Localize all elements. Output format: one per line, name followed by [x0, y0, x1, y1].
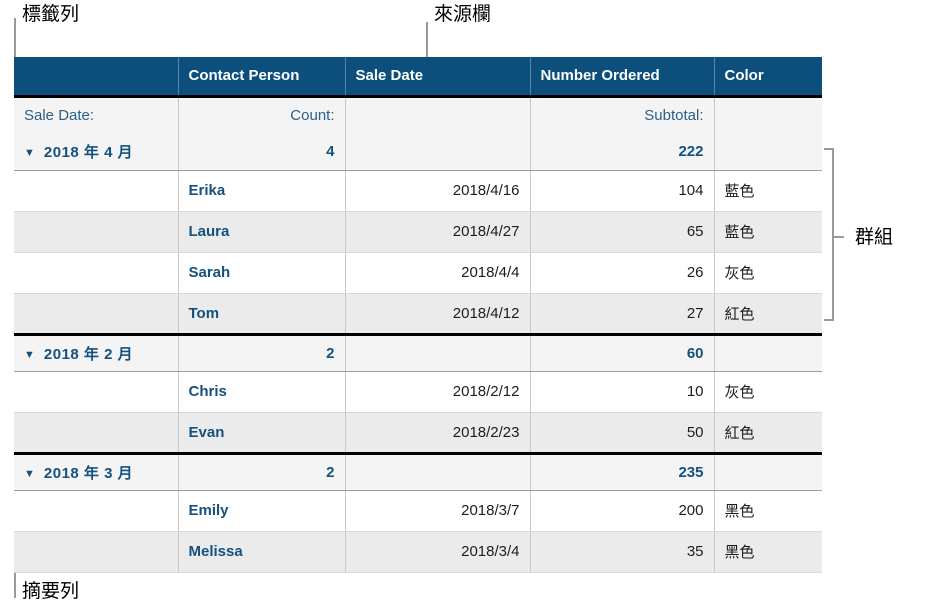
column-header-contact-person[interactable]: Contact Person — [178, 57, 346, 98]
table-row[interactable]: Melissa 2018/3/4 35 黑色 — [14, 531, 822, 573]
cell-color: 紅色 — [714, 412, 822, 454]
cell-contact-person: Erika — [178, 170, 346, 212]
cell-number-ordered: 26 — [530, 252, 715, 294]
cell-sale-date: 2018/4/4 — [345, 252, 531, 294]
group-date-blank — [345, 133, 531, 171]
leader-bracket-group-bottom — [824, 319, 834, 321]
leader-line-source-column — [426, 22, 428, 58]
group-date-blank — [345, 451, 531, 491]
disclosure-triangle-icon[interactable]: ▼ — [24, 147, 35, 159]
row-label-blank — [14, 412, 179, 454]
screenshot-root: 標籤列 來源欄 群組 摘要列 Contact Person Sale Date … — [0, 0, 926, 614]
cell-contact-person: Emily — [178, 490, 346, 532]
table-header: Contact Person Sale Date Number Ordered … — [14, 57, 822, 98]
table-body: Sale Date: Count: Subtotal: ▼ 2018 年 4 月 … — [14, 96, 822, 573]
annotation-summary-row: 摘要列 — [22, 581, 80, 602]
group-count: 2 — [178, 451, 346, 491]
cell-sale-date: 2018/4/16 — [345, 170, 531, 212]
group-header-row[interactable]: ▼ 2018 年 2 月 2 60 — [14, 332, 822, 372]
cell-sale-date: 2018/4/27 — [345, 211, 531, 253]
column-header-number-ordered[interactable]: Number Ordered — [530, 57, 715, 98]
cell-sale-date: 2018/3/4 — [345, 531, 531, 573]
cell-sale-date: 2018/2/23 — [345, 412, 531, 454]
group-header-row[interactable]: ▼ 2018 年 4 月 4 222 — [14, 133, 822, 171]
leader-bracket-group-top — [824, 148, 834, 150]
cell-sale-date: 2018/4/12 — [345, 293, 531, 335]
group-subtotal: 60 — [530, 332, 715, 372]
cell-number-ordered: 27 — [530, 293, 715, 335]
table-row[interactable]: Erika 2018/4/16 104 藍色 — [14, 170, 822, 212]
group-color-blank — [714, 451, 822, 491]
group-label-cell[interactable]: ▼ 2018 年 3 月 — [14, 451, 179, 491]
group-count: 4 — [178, 133, 346, 171]
group-header-row[interactable]: ▼ 2018 年 3 月 2 235 — [14, 451, 822, 491]
summary-legend-row: Sale Date: Count: Subtotal: — [14, 96, 822, 133]
cell-contact-person: Tom — [178, 293, 346, 335]
column-header-label[interactable] — [14, 57, 179, 98]
leader-tick-group — [832, 236, 844, 238]
group-label-cell[interactable]: ▼ 2018 年 4 月 — [14, 133, 179, 171]
table-row[interactable]: Emily 2018/3/7 200 黑色 — [14, 490, 822, 532]
cell-color: 灰色 — [714, 252, 822, 294]
group-label: 2018 年 3 月 — [43, 464, 134, 482]
group-label-cell[interactable]: ▼ 2018 年 2 月 — [14, 332, 179, 372]
annotation-source-column: 來源欄 — [434, 4, 492, 25]
cell-color: 黑色 — [714, 531, 822, 573]
cell-number-ordered: 200 — [530, 490, 715, 532]
summary-legend-label: Sale Date: — [14, 96, 179, 133]
cell-number-ordered: 104 — [530, 170, 715, 212]
summary-legend-count: Count: — [178, 96, 346, 133]
cell-number-ordered: 50 — [530, 412, 715, 454]
cell-contact-person: Laura — [178, 211, 346, 253]
group-label: 2018 年 2 月 — [43, 345, 134, 363]
group-label: 2018 年 4 月 — [43, 143, 134, 161]
row-label-blank — [14, 293, 179, 335]
cell-contact-person: Evan — [178, 412, 346, 454]
disclosure-triangle-icon[interactable]: ▼ — [24, 468, 35, 480]
cell-contact-person: Chris — [178, 371, 346, 413]
cell-number-ordered: 10 — [530, 371, 715, 413]
cell-color: 藍色 — [714, 170, 822, 212]
group-count: 2 — [178, 332, 346, 372]
cell-number-ordered: 35 — [530, 531, 715, 573]
table-row[interactable]: Tom 2018/4/12 27 紅色 — [14, 293, 822, 335]
cell-color: 紅色 — [714, 293, 822, 335]
table-row[interactable]: Chris 2018/2/12 10 灰色 — [14, 371, 822, 413]
row-label-blank — [14, 371, 179, 413]
grouped-data-table: Contact Person Sale Date Number Ordered … — [14, 57, 822, 573]
table-row[interactable]: Sarah 2018/4/4 26 灰色 — [14, 252, 822, 294]
row-label-blank — [14, 170, 179, 212]
annotation-group: 群組 — [855, 227, 894, 248]
disclosure-triangle-icon[interactable]: ▼ — [24, 349, 35, 361]
annotation-label-column: 標籤列 — [22, 4, 80, 25]
row-label-blank — [14, 490, 179, 532]
cell-sale-date: 2018/2/12 — [345, 371, 531, 413]
cell-color: 灰色 — [714, 371, 822, 413]
group-subtotal: 222 — [530, 133, 715, 171]
row-label-blank — [14, 252, 179, 294]
group-color-blank — [714, 133, 822, 171]
row-label-blank — [14, 211, 179, 253]
summary-legend-subtotal: Subtotal: — [530, 96, 715, 133]
cell-color: 藍色 — [714, 211, 822, 253]
cell-contact-person: Sarah — [178, 252, 346, 294]
row-label-blank — [14, 531, 179, 573]
column-header-sale-date[interactable]: Sale Date — [345, 57, 531, 98]
cell-sale-date: 2018/3/7 — [345, 490, 531, 532]
summary-legend-color — [714, 96, 822, 133]
cell-contact-person: Melissa — [178, 531, 346, 573]
table-row[interactable]: Evan 2018/2/23 50 紅色 — [14, 412, 822, 454]
group-subtotal: 235 — [530, 451, 715, 491]
header-row: Contact Person Sale Date Number Ordered … — [14, 57, 822, 98]
cell-number-ordered: 65 — [530, 211, 715, 253]
summary-legend-date — [345, 96, 531, 133]
cell-color: 黑色 — [714, 490, 822, 532]
leader-bracket-group — [832, 148, 834, 321]
column-header-color[interactable]: Color — [714, 57, 822, 98]
group-color-blank — [714, 332, 822, 372]
group-date-blank — [345, 332, 531, 372]
table-row[interactable]: Laura 2018/4/27 65 藍色 — [14, 211, 822, 253]
